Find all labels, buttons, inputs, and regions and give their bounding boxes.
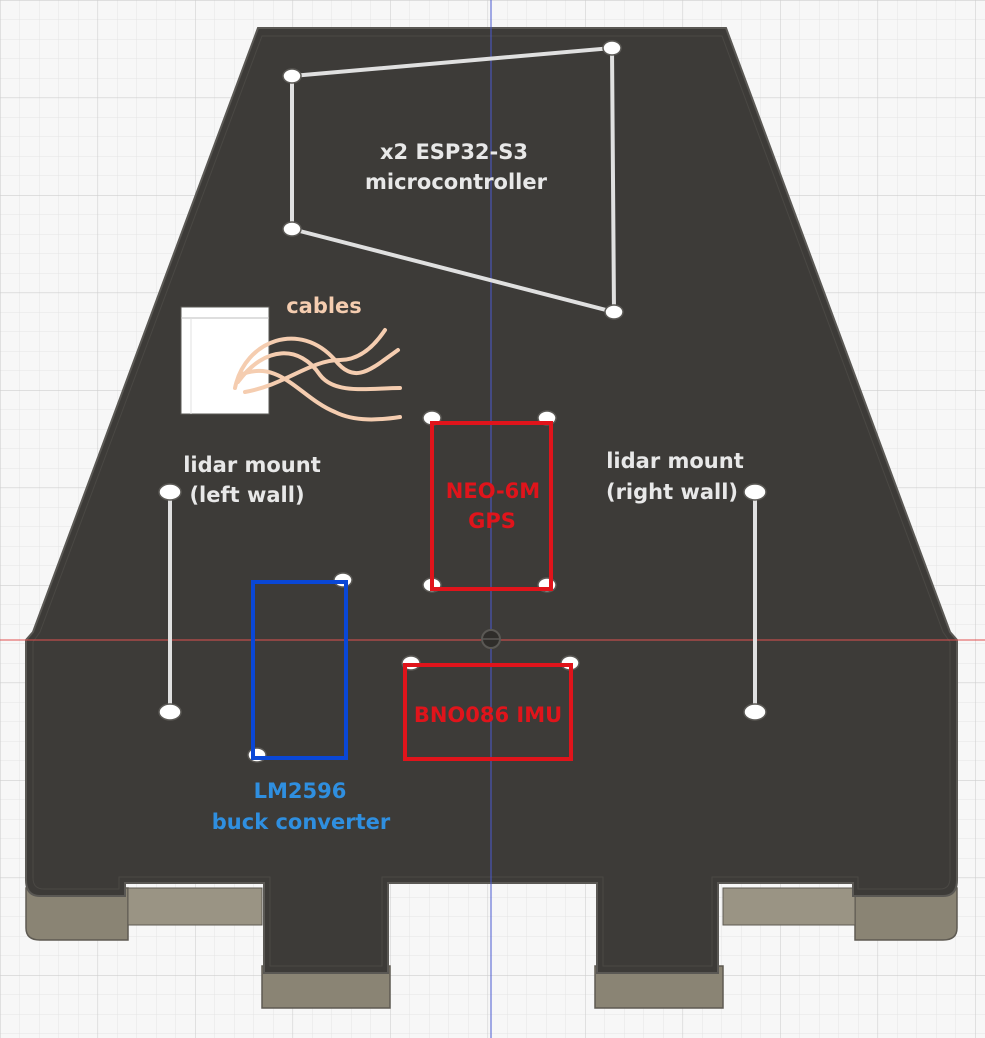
gps-label-line2: GPS (468, 509, 516, 533)
mounting-hole (604, 304, 624, 320)
mounting-hole (158, 483, 182, 501)
lidar-left-label-line2: (left wall) (189, 483, 304, 507)
mounting-hole (743, 703, 767, 721)
buck-label-line1: LM2596 (254, 779, 347, 803)
mounting-hole (282, 68, 302, 84)
mounting-hole (743, 483, 767, 501)
mounting-hole (282, 221, 302, 237)
gps-label-line1: NEO-6M (446, 479, 540, 503)
buck-label-line2: buck converter (212, 810, 391, 834)
mounting-hole (158, 703, 182, 721)
lidar-right-label-line1: lidar mount (606, 449, 744, 473)
cables-label: cables (286, 294, 362, 318)
esp32-label-line2: microcontroller (365, 170, 548, 194)
mounting-hole (602, 40, 622, 56)
lidar-left-label-line1: lidar mount (183, 453, 321, 477)
imu-label: BNO086 IMU (414, 703, 562, 727)
esp32-label-line1: x2 ESP32-S3 (380, 140, 528, 164)
cable-cutout (180, 306, 270, 415)
lidar-right-label-line2: (right wall) (606, 480, 738, 504)
cad-viewport: x2 ESP32-S3 microcontroller cables lidar… (0, 0, 985, 1038)
